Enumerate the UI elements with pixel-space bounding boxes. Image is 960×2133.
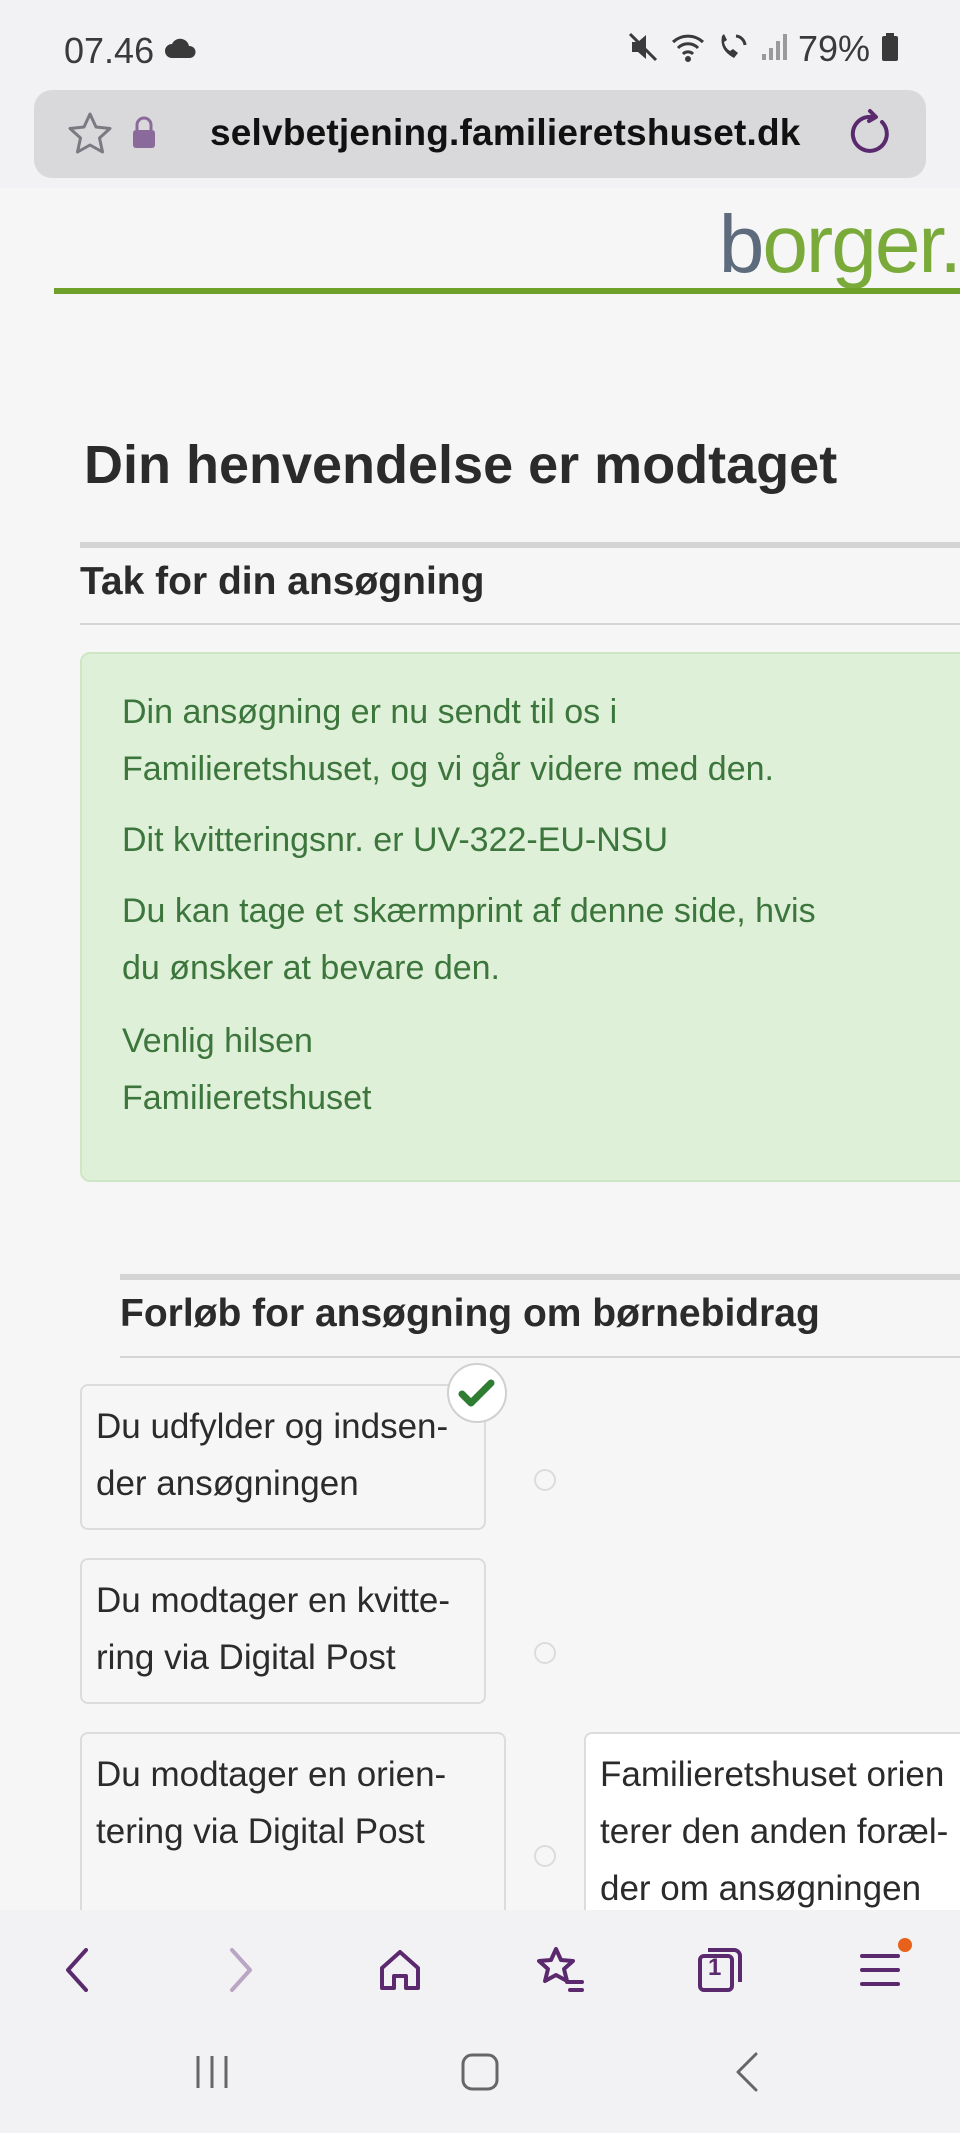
receipt-number: Dit kvitteringsnr. er UV-322-EU-NSU — [122, 821, 669, 859]
cloud-icon — [164, 38, 198, 65]
step-text: Du modtager en kvitte- — [96, 1581, 451, 1620]
process-step: Du modtager en kvitte- ring via Digital … — [80, 1558, 486, 1704]
completed-check-badge — [447, 1363, 507, 1423]
browser-address-area: selvbetjening.familieretshuset.dk — [0, 90, 960, 188]
home-button[interactable] — [370, 1940, 430, 2000]
notification-dot — [898, 1938, 912, 1952]
tab-count: 1 — [708, 1954, 722, 1981]
step-text: der ansøgningen — [96, 1464, 359, 1503]
section-rule-bottom — [80, 623, 960, 625]
borger-logo[interactable]: borger. — [719, 198, 960, 292]
step-text: der om ansøgningen — [600, 1869, 922, 1908]
message-line: du ønsker at bevare den. — [122, 949, 501, 987]
thanks-heading: Tak for din ansøgning — [80, 560, 485, 603]
url-text[interactable]: selvbetjening.familieretshuset.dk — [210, 112, 801, 154]
home-nav-icon[interactable] — [458, 2050, 502, 2099]
page-title: Din henvendelse er modtaget — [84, 435, 838, 495]
wifi-icon — [670, 30, 706, 69]
step-text: tering via Digital Post — [96, 1812, 425, 1851]
wifi-call-icon — [716, 30, 750, 69]
web-page: borger. Din henvendelse er modtaget Tak … — [0, 188, 960, 1910]
mute-icon — [626, 30, 660, 69]
greeting: Venlig hilsen — [122, 1022, 313, 1060]
forward-button[interactable] — [210, 1940, 270, 2000]
menu-button[interactable] — [850, 1938, 912, 2000]
timeline-dot — [534, 1469, 556, 1491]
message-line: Du kan tage et skærmprint af denne side,… — [122, 892, 816, 930]
bookmarks-button[interactable] — [530, 1940, 590, 2000]
process-step: Du modtager en orien- tering via Digital… — [80, 1732, 506, 1910]
tabs-button[interactable]: 1 — [690, 1940, 750, 2000]
success-message-box: Din ansøgning er nu sendt til os i Famil… — [80, 652, 960, 1182]
timeline-dot — [534, 1845, 556, 1867]
signature: Familieretshuset — [122, 1079, 372, 1117]
system-navigation-bar — [0, 2020, 960, 2133]
step-text: ring via Digital Post — [96, 1638, 396, 1677]
address-bar[interactable]: selvbetjening.familieretshuset.dk — [34, 90, 926, 178]
process-step: Familieretshuset orien terer den anden f… — [584, 1732, 960, 1910]
process-rule-top — [120, 1274, 960, 1280]
browser-toolbar: 1 — [0, 1910, 960, 2020]
status-icons: 79% — [626, 28, 900, 70]
status-time: 07.46 — [64, 30, 155, 71]
process-rule-bottom — [120, 1356, 960, 1358]
timeline-dot — [534, 1642, 556, 1664]
battery-percent: 79% — [797, 28, 870, 69]
back-nav-icon[interactable] — [726, 2050, 770, 2099]
battery-icon — [880, 32, 900, 67]
bookmark-star-icon[interactable] — [66, 110, 114, 163]
back-button[interactable] — [48, 1940, 108, 2000]
header-divider — [54, 288, 960, 294]
status-bar: 07.46 79% — [0, 0, 960, 90]
signal-icon — [760, 32, 788, 67]
lock-icon[interactable] — [130, 116, 158, 155]
process-step: Du udfylder og indsen- der ansøgningen — [80, 1384, 486, 1530]
step-text: Du udfylder og indsen- — [96, 1407, 449, 1446]
step-text: Familieretshuset orien — [600, 1755, 945, 1794]
message-line: Familieretshuset, og vi går videre med d… — [122, 750, 774, 788]
step-text: terer den anden foræl- — [600, 1812, 949, 1851]
recent-apps-icon[interactable] — [190, 2050, 234, 2099]
step-text: Du modtager en orien- — [96, 1755, 447, 1794]
process-heading: Forløb for ansøgning om børnebidrag — [120, 1292, 820, 1335]
reload-icon[interactable] — [844, 108, 894, 163]
message-line: Din ansøgning er nu sendt til os i — [122, 693, 618, 731]
section-rule-top — [80, 542, 960, 548]
